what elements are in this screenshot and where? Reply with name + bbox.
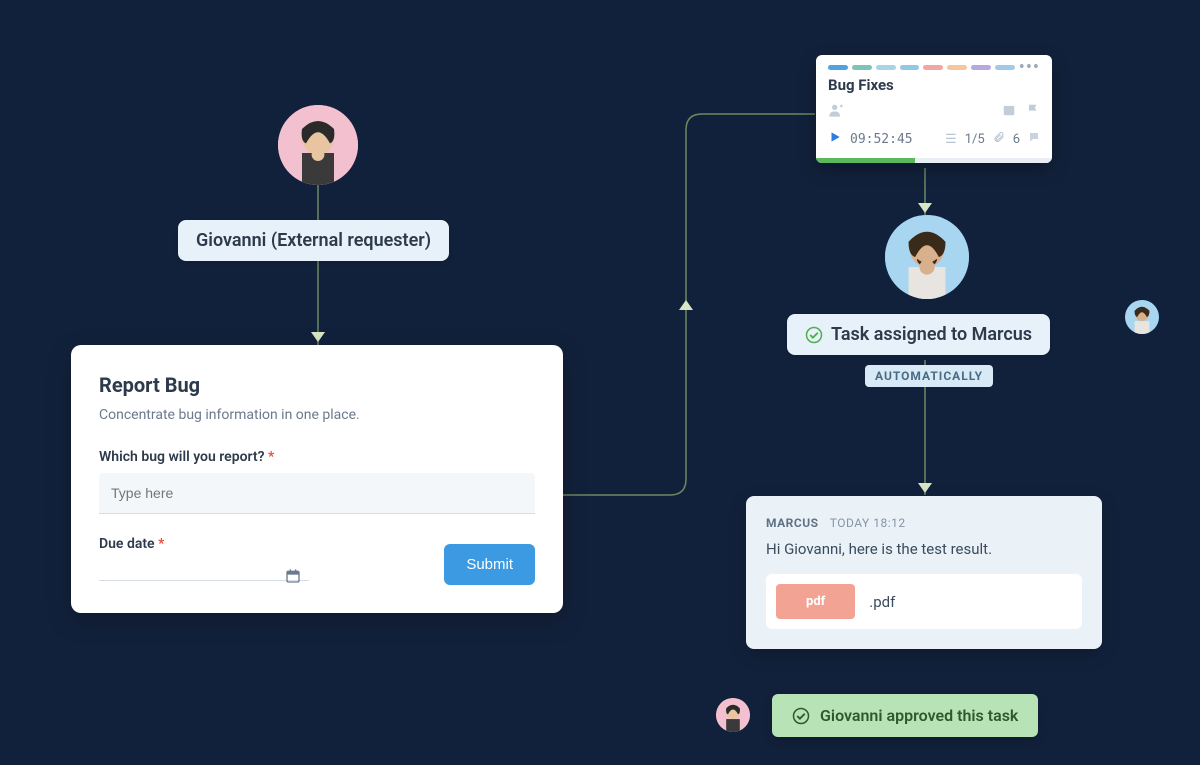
attachment-icon xyxy=(993,131,1005,147)
task-card[interactable]: ••• Bug Fixes 09:52:45 ☰ 1/5 6 xyxy=(816,55,1052,163)
attachment-extension: .pdf xyxy=(869,593,895,611)
attachment-badge: pdf xyxy=(776,584,855,619)
form-field2-label: Due date * xyxy=(99,536,309,552)
form-field2-label-text: Due date xyxy=(99,536,155,552)
due-date-input[interactable] xyxy=(99,560,309,581)
requester-label: Giovanni (External requester) xyxy=(178,220,449,261)
avatar-marcus xyxy=(885,215,969,299)
task-status-strip: ••• xyxy=(816,55,1052,76)
form-field1-label-text: Which bug will you report? xyxy=(99,449,264,465)
assigned-label-text: Task assigned to Marcus xyxy=(831,324,1032,345)
more-icon[interactable]: ••• xyxy=(1019,65,1040,70)
calendar-icon xyxy=(285,568,301,588)
report-bug-form: Report Bug Concentrate bug information i… xyxy=(71,345,563,613)
task-timer: 09:52:45 xyxy=(850,132,913,147)
arrowhead xyxy=(918,483,932,493)
submit-button[interactable]: Submit xyxy=(444,544,535,585)
required-marker: * xyxy=(268,449,274,465)
message-author: MARCUS xyxy=(766,516,819,530)
arrowhead xyxy=(918,203,932,213)
required-marker: * xyxy=(158,536,164,552)
message-timestamp: TODAY 18:12 xyxy=(830,516,906,530)
check-circle-icon xyxy=(792,707,810,725)
form-subtitle: Concentrate bug information in one place… xyxy=(99,407,535,423)
approval-bar: Giovanni approved this task xyxy=(772,694,1038,737)
date-icon[interactable] xyxy=(1002,103,1016,121)
flag-icon[interactable] xyxy=(1026,103,1040,121)
play-icon[interactable] xyxy=(828,130,842,148)
task-progress xyxy=(816,158,1052,163)
requester-label-text: Giovanni (External requester) xyxy=(196,230,431,251)
comment-icon xyxy=(1028,131,1040,147)
subtasks-icon: ☰ xyxy=(945,132,957,147)
avatar-giovanni-mini xyxy=(716,698,750,732)
arrowhead xyxy=(679,300,693,310)
task-title: Bug Fixes xyxy=(816,76,1052,102)
bug-description-input[interactable] xyxy=(99,473,535,514)
attachment-count: 6 xyxy=(1013,132,1020,147)
message-card: MARCUS TODAY 18:12 Hi Giovanni, here is … xyxy=(746,496,1102,649)
message-body: Hi Giovanni, here is the test result. xyxy=(766,540,1082,558)
avatar-giovanni xyxy=(278,105,358,185)
message-attachment[interactable]: pdf .pdf xyxy=(766,574,1082,629)
subtasks-count: 1/5 xyxy=(965,132,985,147)
form-title: Report Bug xyxy=(99,373,535,397)
check-circle-icon xyxy=(805,326,823,344)
assigned-label: Task assigned to Marcus xyxy=(787,314,1050,355)
assignee-icon[interactable] xyxy=(828,102,844,122)
automatic-tag: AUTOMATICALLY xyxy=(865,365,993,387)
arrowhead xyxy=(311,332,325,342)
form-field1-label: Which bug will you report? * xyxy=(99,449,535,465)
automatic-tag-text: AUTOMATICALLY xyxy=(875,369,983,383)
avatar-marcus-mini xyxy=(1125,300,1159,334)
approval-text: Giovanni approved this task xyxy=(820,706,1018,725)
